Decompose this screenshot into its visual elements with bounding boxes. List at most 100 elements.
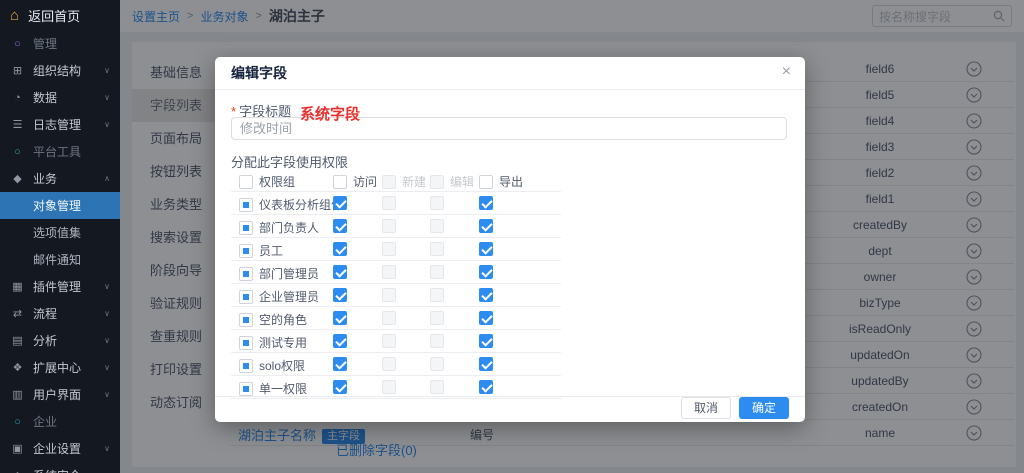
sidebar-item-label: 企业设置 [33, 440, 81, 457]
sidebar-menu: ○管理⊞组织结构∨◔数据∨☰日志管理∨○平台工具◆业务∧对象管理选项值集邮件通知… [0, 30, 120, 473]
permission-cell-导出 [479, 380, 493, 394]
checkbox-disabled [382, 380, 396, 394]
sidebar-home-label: 返回首页 [28, 6, 80, 25]
permission-header-row: 权限组访问新建编辑导出 [231, 169, 561, 192]
checkbox-checked[interactable] [479, 357, 493, 371]
permission-row-测试专用: 测试专用 [231, 330, 561, 353]
sidebar-item-管理[interactable]: ○管理 [0, 30, 120, 57]
sidebar-item-企业设置[interactable]: ▣企业设置∨ [0, 435, 120, 462]
checkbox-checked[interactable] [333, 219, 347, 233]
permission-column-权限组: 权限组 [239, 173, 295, 190]
checkbox-disabled [382, 265, 396, 279]
checkbox-checked[interactable] [479, 196, 493, 210]
permission-cell-访问 [333, 265, 347, 279]
sidebar-item-企业[interactable]: ○企业 [0, 408, 120, 435]
checkbox-group-indeterminate[interactable] [239, 359, 253, 373]
permission-group-cell: 空的角色 [239, 311, 307, 328]
checkbox-group-indeterminate[interactable] [239, 267, 253, 281]
chevron-down-icon: ∨ [104, 66, 110, 75]
permission-row-仪表板分析组件: 仪表板分析组件 [231, 192, 561, 215]
chevron-down-icon: ∨ [104, 336, 110, 345]
sidebar-item-数据[interactable]: ◔数据∨ [0, 84, 120, 111]
chevron-down-icon: ∨ [104, 282, 110, 291]
sidebar-item-label: 日志管理 [33, 116, 81, 133]
checkbox-disabled [430, 242, 444, 256]
modal-header: 编辑字段 × [215, 57, 805, 90]
checkbox-header-权限组[interactable] [239, 175, 253, 189]
permission-group-cell: 部门管理员 [239, 265, 319, 282]
permission-column-label: 导出 [499, 173, 523, 190]
business-icon: ◆ [10, 172, 25, 185]
ui-icon: ▥ [10, 388, 25, 401]
sidebar-item-插件管理[interactable]: ▦插件管理∨ [0, 273, 120, 300]
confirm-button[interactable]: 确定 [739, 397, 789, 419]
checkbox-checked[interactable] [479, 288, 493, 302]
checkbox-group-indeterminate[interactable] [239, 313, 253, 327]
permission-row-部门负责人: 部门负责人 [231, 215, 561, 238]
checkbox-disabled [430, 334, 444, 348]
checkbox-checked[interactable] [333, 380, 347, 394]
sidebar-item-选项值集[interactable]: 选项值集 [0, 219, 120, 246]
permission-cell-访问 [333, 288, 347, 302]
sidebar-item-邮件通知[interactable]: 邮件通知 [0, 246, 120, 273]
cancel-button[interactable]: 取消 [681, 397, 731, 419]
sidebar-item-业务[interactable]: ◆业务∧ [0, 165, 120, 192]
checkbox-checked[interactable] [333, 196, 347, 210]
checkbox-checked[interactable] [479, 219, 493, 233]
sidebar-item-日志管理[interactable]: ☰日志管理∨ [0, 111, 120, 138]
chevron-down-icon: ∨ [104, 120, 110, 129]
checkbox-group-indeterminate[interactable] [239, 290, 253, 304]
sidebar-item-系统安全[interactable]: ◈系统安全 [0, 462, 120, 473]
checkbox-group-indeterminate[interactable] [239, 336, 253, 350]
sidebar-item-用户界面[interactable]: ▥用户界面∨ [0, 381, 120, 408]
sidebar-item-扩展中心[interactable]: ❖扩展中心∨ [0, 354, 120, 381]
checkbox-disabled [382, 288, 396, 302]
checkbox-checked[interactable] [479, 380, 493, 394]
main-sidebar: ⌂ 返回首页 ○管理⊞组织结构∨◔数据∨☰日志管理∨○平台工具◆业务∧对象管理选… [0, 0, 120, 473]
permission-cell-导出 [479, 334, 493, 348]
permission-cell-访问 [333, 219, 347, 233]
permission-cell-访问 [333, 311, 347, 325]
checkbox-checked[interactable] [333, 311, 347, 325]
checkbox-disabled [430, 311, 444, 325]
permission-cell-访问 [333, 380, 347, 394]
permission-cell-访问 [333, 242, 347, 256]
checkbox-group-indeterminate[interactable] [239, 198, 253, 212]
checkbox-header-访问[interactable] [333, 175, 347, 189]
checkbox-checked[interactable] [333, 357, 347, 371]
chevron-down-icon: ∨ [104, 390, 110, 399]
permission-cell-导出 [479, 265, 493, 279]
permission-group-cell: 单一权限 [239, 380, 307, 397]
sidebar-item-对象管理[interactable]: 对象管理 [0, 192, 120, 219]
permission-group-label: 部门负责人 [259, 219, 319, 236]
close-icon[interactable]: × [782, 63, 791, 81]
checkbox-disabled [430, 288, 444, 302]
permission-cell-导出 [479, 242, 493, 256]
sidebar-item-流程[interactable]: ⇄流程∨ [0, 300, 120, 327]
permission-group-cell: 企业管理员 [239, 288, 319, 305]
checkbox-checked[interactable] [479, 265, 493, 279]
checkbox-group-indeterminate[interactable] [239, 244, 253, 258]
checkbox-group-indeterminate[interactable] [239, 221, 253, 235]
checkbox-disabled [430, 380, 444, 394]
checkbox-checked[interactable] [479, 311, 493, 325]
checkbox-disabled [430, 265, 444, 279]
checkbox-header-导出[interactable] [479, 175, 493, 189]
checkbox-group-indeterminate[interactable] [239, 382, 253, 396]
checkbox-checked[interactable] [333, 288, 347, 302]
checkbox-checked[interactable] [333, 265, 347, 279]
permission-row-空的角色: 空的角色 [231, 307, 561, 330]
checkbox-checked[interactable] [333, 334, 347, 348]
sidebar-item-label: 系统安全 [33, 467, 81, 473]
checkbox-checked[interactable] [333, 242, 347, 256]
checkbox-checked[interactable] [479, 334, 493, 348]
sidebar-home-link[interactable]: ⌂ 返回首页 [0, 0, 120, 30]
sidebar-item-平台工具[interactable]: ○平台工具 [0, 138, 120, 165]
circle-icon: ○ [10, 38, 25, 50]
permission-cell-新建 [382, 357, 396, 371]
checkbox-checked[interactable] [479, 242, 493, 256]
sidebar-item-分析[interactable]: ▤分析∨ [0, 327, 120, 354]
sidebar-item-组织结构[interactable]: ⊞组织结构∨ [0, 57, 120, 84]
permission-cell-导出 [479, 219, 493, 233]
permission-column-访问: 访问 [333, 173, 377, 190]
